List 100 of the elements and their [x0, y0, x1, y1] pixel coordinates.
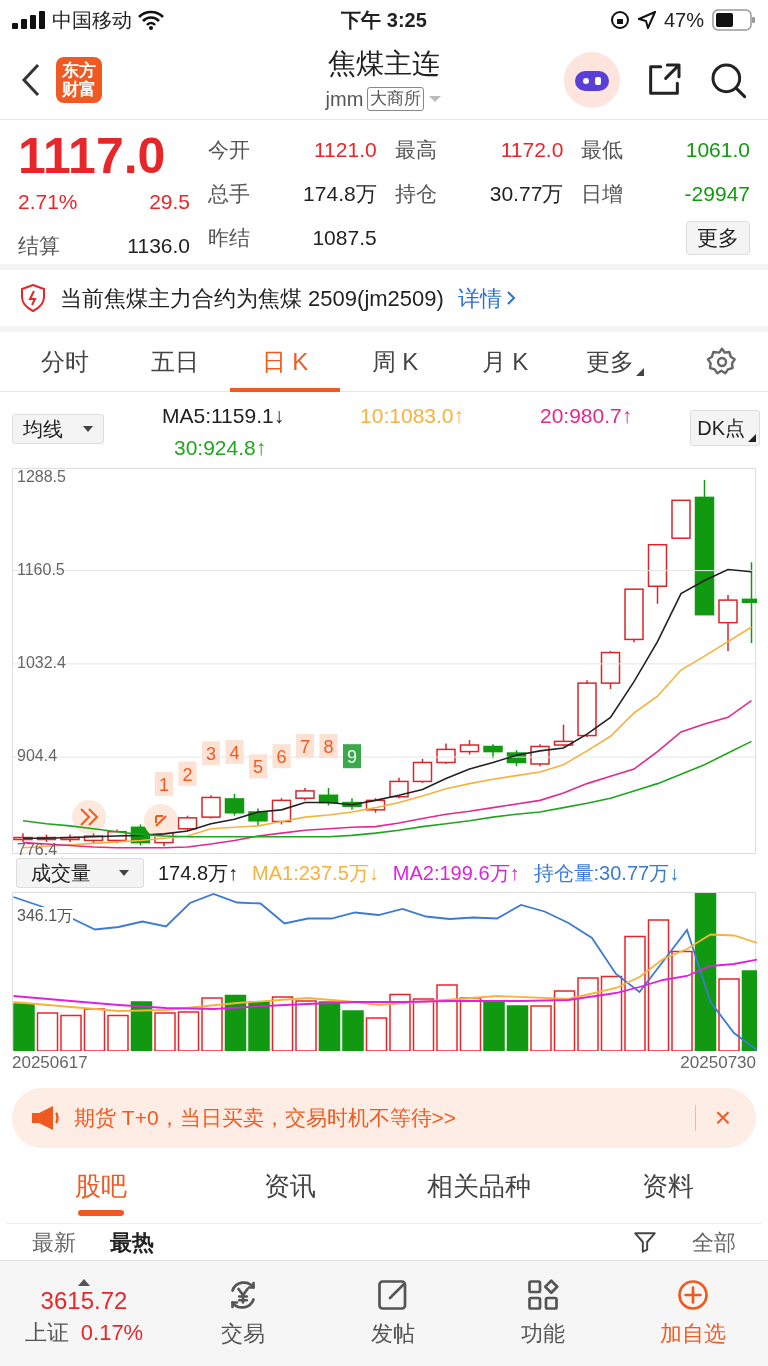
volume-bar — [83, 1008, 106, 1051]
candlestick — [365, 797, 386, 814]
caret-icon — [83, 425, 93, 433]
dk-points-button[interactable]: DK点 — [690, 410, 760, 446]
battery-percent: 47% — [663, 8, 704, 33]
corner-triangle-icon — [748, 434, 756, 442]
candlestick — [295, 787, 315, 802]
volume-bar — [248, 1001, 270, 1051]
date-label: 20250617 — [12, 1052, 88, 1074]
candlestick — [718, 594, 738, 652]
stat-value: 1172.0 — [500, 137, 564, 164]
volume-indicator-value: MA1:237.5万↓ — [252, 861, 379, 886]
period-tab[interactable]: 更多 — [560, 331, 670, 392]
stat-label: 持仓 — [394, 181, 437, 208]
moving-average-value: 10:1083.0↑ — [360, 403, 465, 429]
period-tab[interactable]: 五日 — [120, 331, 230, 392]
stat-value: 1121.0 — [314, 137, 377, 164]
axis-label: 1160.5 — [17, 560, 65, 578]
volume-bar — [107, 1014, 129, 1051]
content-tab[interactable]: 资料 — [573, 1159, 762, 1224]
index-name: 上证 — [24, 1318, 69, 1347]
toolbar-button[interactable]: 功能 — [468, 1277, 618, 1350]
candlestick — [459, 739, 480, 756]
sequence-marker: 6 — [272, 744, 291, 769]
candlestick — [36, 833, 57, 843]
more-button[interactable]: 更多 — [686, 221, 750, 255]
period-tab[interactable]: 月 K — [450, 331, 560, 392]
candlestick — [553, 723, 574, 748]
volume-bar — [60, 1014, 82, 1051]
filter-icon — [632, 1229, 658, 1255]
filter-label[interactable]: 全部 — [692, 1225, 736, 1259]
period-tab[interactable]: 分时 — [10, 331, 120, 392]
volume-bar — [36, 1012, 59, 1051]
promo-text: 期货 T+0，当日买卖，交易时机不等待>> — [74, 1105, 458, 1132]
stat-label: 总手 — [208, 181, 250, 208]
volume-bar — [530, 1005, 552, 1051]
sequence-marker: 4 — [225, 739, 244, 764]
period-tab[interactable]: 周 K — [340, 331, 450, 392]
indicator-dropdown[interactable]: 均线 — [12, 414, 104, 444]
candlestick — [201, 794, 221, 820]
wifi-icon — [138, 10, 164, 30]
content-tab[interactable]: 相关品种 — [384, 1159, 573, 1224]
indicator-dropdown[interactable]: 成交量 — [16, 858, 144, 888]
volume-bar — [130, 1001, 153, 1051]
candlestick — [506, 749, 527, 767]
annotation: 2 — [182, 764, 193, 785]
exchange-tag: 大商所 — [367, 86, 425, 111]
candlestick — [671, 499, 691, 539]
moving-average-value: 30:924.8↑ — [173, 435, 268, 461]
annotation: 4 — [229, 742, 240, 763]
back-icon[interactable] — [20, 61, 42, 98]
moving-average-value: 20:980.7↑ — [540, 403, 633, 429]
axis-label: 346.1万 — [17, 907, 74, 925]
rotation-lock-icon — [609, 10, 630, 30]
chevron-right-icon[interactable] — [505, 290, 516, 306]
stat-value: 174.8万 — [303, 181, 377, 208]
candlestick — [389, 777, 409, 799]
robot-avatar-icon[interactable] — [564, 51, 620, 108]
stat-label: 昨结 — [208, 225, 250, 252]
candlestick — [318, 787, 339, 807]
volume-bar — [342, 1010, 364, 1051]
change-value: 29.5 — [149, 189, 190, 215]
notice-text: 当前焦煤主力合约为焦煤 2509(jm2509) — [60, 284, 444, 313]
contract-code: jmm — [325, 86, 364, 112]
grid-icon — [525, 1277, 561, 1313]
volume-bar — [224, 994, 247, 1051]
volume-bar — [201, 997, 223, 1051]
toolbar-button[interactable]: 发帖 — [318, 1277, 468, 1350]
battery-icon — [712, 9, 756, 31]
sort-tab[interactable]: 最新 — [32, 1225, 76, 1259]
toolbar-button[interactable]: 交易 — [168, 1277, 318, 1350]
last-price: 1117.0 — [18, 128, 167, 184]
volume-bar — [436, 984, 458, 1051]
plus-circle-icon — [675, 1277, 711, 1313]
volume-bar — [13, 1003, 35, 1051]
candlestick — [60, 833, 80, 843]
stat-value: 30.77万 — [489, 181, 564, 208]
clock-time: 下午 3:25 — [340, 8, 428, 33]
stat-value: 1087.5 — [312, 225, 377, 252]
stat-value: 1136.0 — [127, 232, 190, 259]
candlestick — [412, 758, 433, 784]
corner-triangle-icon — [636, 367, 644, 376]
volume-bar — [553, 990, 576, 1051]
candlestick — [177, 814, 198, 832]
sequence-marker: 3 — [202, 741, 220, 766]
sort-tab[interactable]: 最热 — [110, 1225, 154, 1259]
location-icon — [637, 11, 656, 29]
volume-bar — [483, 1001, 505, 1051]
sequence-marker: 8 — [319, 734, 338, 758]
candlestick — [624, 588, 644, 644]
page-title: 焦煤主连 — [328, 46, 440, 81]
sequence-marker: 9 — [343, 744, 361, 769]
volume-bar — [154, 1012, 176, 1051]
candlestick — [483, 743, 503, 759]
signal-icon — [12, 11, 46, 29]
content-tab[interactable]: 资讯 — [195, 1159, 384, 1224]
volume-bar — [177, 1011, 200, 1051]
candlestick — [13, 832, 33, 843]
details-link[interactable]: 详情 — [457, 281, 502, 315]
sequence-marker: 1 — [155, 771, 173, 796]
